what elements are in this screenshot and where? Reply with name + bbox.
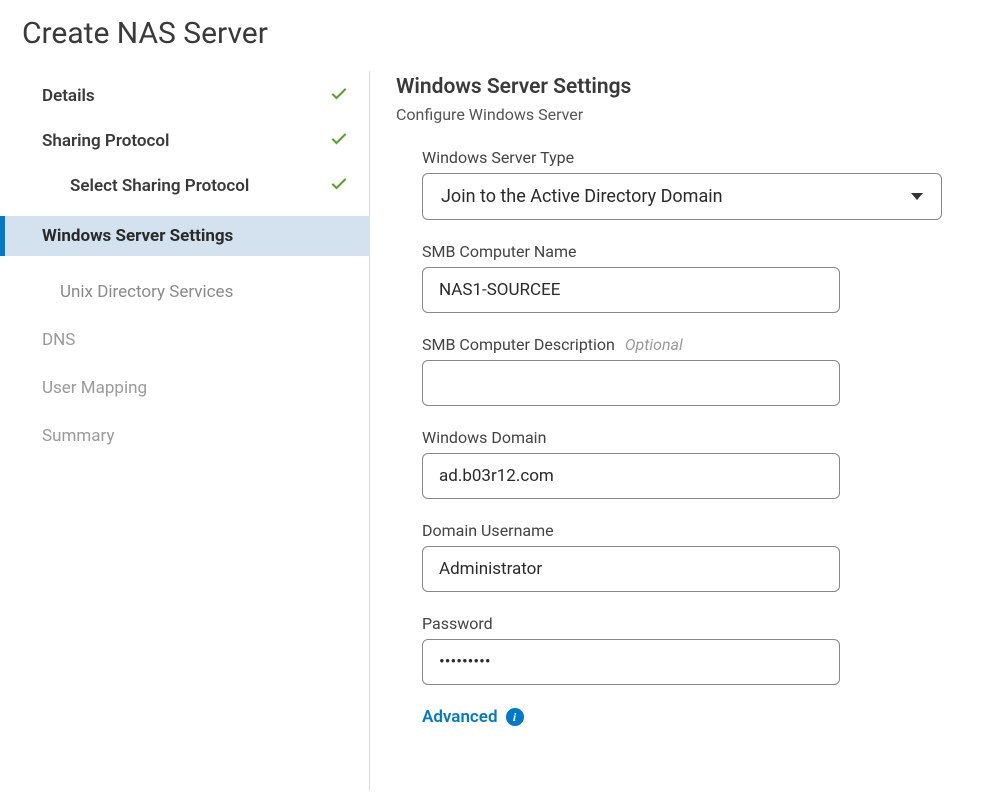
domain-input[interactable] xyxy=(422,453,840,499)
section-title: Windows Server Settings xyxy=(396,75,964,99)
field-username: Domain Username xyxy=(422,521,964,592)
domain-label: Windows Domain xyxy=(422,428,964,447)
field-domain: Windows Domain xyxy=(422,428,964,499)
info-icon[interactable]: i xyxy=(506,708,524,726)
sidebar-item-label: Summary xyxy=(42,426,114,446)
sidebar-item-label: Windows Server Settings xyxy=(42,226,233,246)
page-title: Create NAS Server xyxy=(0,0,984,71)
password-label: Password xyxy=(422,614,964,633)
form-area: Windows Server Type Join to the Active D… xyxy=(396,148,964,727)
sidebar-item-unix-directory-services[interactable]: Unix Directory Services xyxy=(0,272,369,312)
sidebar-item-label: DNS xyxy=(42,330,75,350)
sidebar-item-details[interactable]: Details xyxy=(0,73,369,118)
sidebar-item-label: User Mapping xyxy=(42,378,147,398)
username-label: Domain Username xyxy=(422,521,964,540)
smb-name-input[interactable] xyxy=(422,267,840,313)
sidebar-item-dns[interactable]: DNS xyxy=(0,320,369,360)
smb-desc-label-text: SMB Computer Description xyxy=(422,335,615,354)
check-icon xyxy=(329,83,349,108)
server-type-value: Join to the Active Directory Domain xyxy=(441,186,723,207)
server-type-label: Windows Server Type xyxy=(422,148,964,167)
field-smb-name: SMB Computer Name xyxy=(422,242,964,313)
username-input[interactable] xyxy=(422,546,840,592)
field-smb-desc: SMB Computer Description Optional xyxy=(422,335,964,406)
smb-desc-input[interactable] xyxy=(422,360,840,406)
sidebar-item-windows-server-settings[interactable]: Windows Server Settings xyxy=(0,216,369,256)
optional-tag: Optional xyxy=(625,335,683,354)
section-subtitle: Configure Windows Server xyxy=(396,105,964,124)
sidebar-item-label: Unix Directory Services xyxy=(60,282,233,302)
smb-name-label: SMB Computer Name xyxy=(422,242,964,261)
sidebar-item-sharing-protocol[interactable]: Sharing Protocol xyxy=(0,118,369,163)
smb-desc-label: SMB Computer Description Optional xyxy=(422,335,964,354)
advanced-row: Advanced i xyxy=(422,707,964,727)
content-wrapper: Details Sharing Protocol Select Sharing … xyxy=(0,71,984,791)
sidebar-item-label: Details xyxy=(42,86,95,106)
sidebar-item-summary[interactable]: Summary xyxy=(0,416,369,456)
sidebar-item-label: Select Sharing Protocol xyxy=(70,176,249,196)
field-server-type: Windows Server Type Join to the Active D… xyxy=(422,148,964,220)
advanced-link[interactable]: Advanced xyxy=(422,707,498,727)
password-input[interactable] xyxy=(422,639,840,685)
sidebar-item-select-sharing-protocol[interactable]: Select Sharing Protocol xyxy=(0,163,369,208)
chevron-down-icon xyxy=(911,193,923,200)
field-password: Password xyxy=(422,614,964,685)
sidebar-item-user-mapping[interactable]: User Mapping xyxy=(0,368,369,408)
server-type-select[interactable]: Join to the Active Directory Domain xyxy=(422,173,942,220)
check-icon xyxy=(329,173,349,198)
main-panel: Windows Server Settings Configure Window… xyxy=(370,71,984,791)
check-icon xyxy=(329,128,349,153)
sidebar-item-label: Sharing Protocol xyxy=(42,131,169,151)
wizard-sidebar: Details Sharing Protocol Select Sharing … xyxy=(0,71,370,791)
